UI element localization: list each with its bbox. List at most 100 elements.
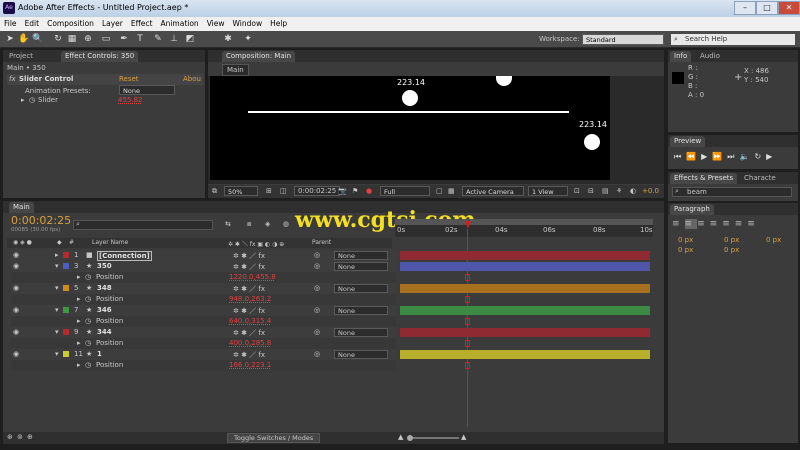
- justify-center-icon[interactable]: ≡: [722, 219, 735, 229]
- toggle-pixel-icon[interactable]: ⊡: [574, 187, 580, 195]
- layer-switches-icons[interactable]: ✲ ✱ ／ fx: [233, 328, 265, 338]
- draft-3d-icon[interactable]: ◈: [265, 220, 270, 228]
- justify-left-icon[interactable]: ≡: [710, 219, 723, 229]
- comp-canvas[interactable]: 223.14 223.14: [210, 76, 610, 180]
- zoom-in-icon[interactable]: ▲: [461, 433, 466, 441]
- expand-property-icon[interactable]: ▸: [77, 339, 81, 347]
- timeline-icon[interactable]: ▤: [602, 187, 609, 195]
- tab-character[interactable]: Characte: [740, 173, 780, 184]
- menu-window[interactable]: Window: [229, 17, 267, 28]
- visibility-eye-icon[interactable]: ◉: [13, 306, 19, 314]
- layer-duration-bar[interactable]: [400, 306, 650, 315]
- dot-layer-348[interactable]: [496, 76, 512, 86]
- layer-row[interactable]: ◉ ▸ 1 ■ [Connection] ✲ ✱ ／ fx ◎ None: [11, 250, 396, 261]
- position-value[interactable]: 948.0,263.2: [229, 295, 271, 303]
- workspace-select[interactable]: Standard: [582, 34, 664, 45]
- pick-whip-icon[interactable]: ◎: [314, 284, 320, 292]
- expand-slider-icon[interactable]: ▸: [21, 96, 25, 104]
- expand-layer-icon[interactable]: ▾: [55, 350, 59, 358]
- pick-whip-icon[interactable]: ◎: [314, 251, 320, 259]
- first-frame-icon[interactable]: ⏮: [674, 152, 686, 161]
- layer-duration-bar[interactable]: [400, 350, 650, 359]
- transfer-controls-icon[interactable]: ⊚: [17, 433, 23, 441]
- menu-effect[interactable]: Effect: [127, 17, 157, 28]
- expand-layer-icon[interactable]: ▾: [55, 284, 59, 292]
- expand-property-icon[interactable]: ▸: [77, 295, 81, 303]
- eraser-tool-icon[interactable]: ◩: [184, 33, 196, 45]
- timeline-zoom-handle[interactable]: [407, 435, 413, 441]
- always-preview-icon[interactable]: ⧉: [212, 187, 217, 196]
- layer-duration-bar[interactable]: [400, 251, 650, 260]
- layer-name[interactable]: 1: [97, 350, 102, 358]
- expand-layer-icon[interactable]: ▸: [55, 251, 59, 259]
- layer-label-color[interactable]: [63, 252, 69, 258]
- zoom-tool-icon[interactable]: 🔍: [32, 33, 44, 45]
- indent-left-value[interactable]: 0 px: [678, 236, 693, 244]
- align-right-icon[interactable]: ≡: [697, 219, 710, 229]
- align-left-icon[interactable]: ≡: [672, 219, 685, 229]
- comp-flowchart-icon[interactable]: ⚘: [616, 187, 622, 195]
- parent-select[interactable]: None: [334, 251, 388, 260]
- position-property-row[interactable]: ▸ ◷ Position 400.0,285.8: [11, 338, 396, 349]
- minimize-button[interactable]: –: [734, 1, 756, 15]
- expand-layer-icon[interactable]: ▾: [55, 328, 59, 336]
- expand-property-icon[interactable]: ▸: [77, 273, 81, 281]
- menu-view[interactable]: View: [203, 17, 229, 28]
- tab-composition-main[interactable]: Composition: Main: [222, 51, 296, 62]
- snapshot-icon[interactable]: 📷: [338, 187, 347, 195]
- layer-duration-bar[interactable]: [400, 262, 650, 271]
- layer-name[interactable]: 350: [97, 262, 112, 270]
- layer-label-color[interactable]: [63, 263, 69, 269]
- time-ruler[interactable]: 0s 02s 04s 06s 08s 10s: [395, 219, 653, 237]
- mask-visibility-icon[interactable]: ◫: [280, 187, 287, 195]
- stopwatch-icon[interactable]: ◷: [85, 295, 91, 303]
- menu-layer[interactable]: Layer: [98, 17, 127, 28]
- pick-whip-icon[interactable]: ◎: [314, 262, 320, 270]
- channel-icon[interactable]: ●: [366, 187, 372, 195]
- live-update-icon[interactable]: ⧈: [247, 220, 251, 229]
- exposure-value[interactable]: +0.0: [642, 187, 659, 195]
- mask-tool-icon[interactable]: ▭: [100, 33, 112, 45]
- slider-value[interactable]: 455.82: [118, 96, 143, 104]
- parent-select[interactable]: None: [334, 350, 388, 359]
- fast-previews-icon[interactable]: ⊟: [588, 187, 594, 195]
- visibility-eye-icon[interactable]: ◉: [13, 328, 19, 336]
- puppet-tool-icon[interactable]: ✦: [242, 33, 254, 45]
- menu-file[interactable]: File: [0, 17, 21, 28]
- position-property-row[interactable]: ▸ ◷ Position 640.0,315.4: [11, 316, 396, 327]
- stopwatch-icon[interactable]: ◷: [85, 273, 91, 281]
- rotate-tool-icon[interactable]: ↻: [52, 33, 64, 45]
- expand-layer-icon[interactable]: ▾: [55, 306, 59, 314]
- space-before-value[interactable]: 0 px: [678, 246, 693, 254]
- visibility-eye-icon[interactable]: ◉: [13, 262, 19, 270]
- layer-row[interactable]: ◉ ▾ 7 ★ 346 ✲ ✱ ／ fx ◎ None: [11, 305, 396, 316]
- column-layer-name[interactable]: Layer Name: [92, 239, 128, 246]
- pick-whip-icon[interactable]: ◎: [314, 328, 320, 336]
- comp-mini-flowchart-icon[interactable]: ⇆: [225, 220, 231, 228]
- layer-switches-icons[interactable]: ✲ ✱ ／ fx: [233, 284, 265, 294]
- visibility-eye-icon[interactable]: ◉: [13, 350, 19, 358]
- tab-effect-controls[interactable]: Effect Controls: 350: [61, 51, 139, 62]
- brush-tool-icon[interactable]: ✎: [152, 33, 164, 45]
- position-value[interactable]: 1220.0,455.8: [229, 273, 276, 281]
- menu-animation[interactable]: Animation: [156, 17, 202, 28]
- indent-first-value[interactable]: 0 px: [766, 236, 781, 244]
- align-center-icon[interactable]: ≡: [684, 219, 698, 229]
- tab-paragraph[interactable]: Paragraph: [670, 204, 714, 215]
- layer-name[interactable]: 346: [97, 306, 112, 314]
- stopwatch-icon[interactable]: ◷: [85, 361, 91, 369]
- tab-project[interactable]: Project: [5, 51, 37, 62]
- layer-name[interactable]: 348: [97, 284, 112, 292]
- prev-frame-icon[interactable]: ⏪: [686, 152, 701, 161]
- layer-switches-icons[interactable]: ✲ ✱ ／ fx: [233, 306, 265, 316]
- reset-link[interactable]: Reset: [119, 75, 139, 83]
- dot-layer-350[interactable]: [584, 134, 600, 150]
- last-frame-icon[interactable]: ⏭: [727, 152, 739, 161]
- toggle-switches-modes-button[interactable]: Toggle Switches / Modes: [227, 433, 321, 443]
- stopwatch-icon[interactable]: ◷: [29, 96, 35, 104]
- position-value[interactable]: 166.0,223.1: [229, 361, 271, 369]
- close-button[interactable]: ✕: [778, 1, 800, 15]
- justify-all-icon[interactable]: ≡: [747, 219, 760, 229]
- stopwatch-icon[interactable]: ◷: [85, 317, 91, 325]
- visibility-eye-icon[interactable]: ◉: [13, 251, 19, 259]
